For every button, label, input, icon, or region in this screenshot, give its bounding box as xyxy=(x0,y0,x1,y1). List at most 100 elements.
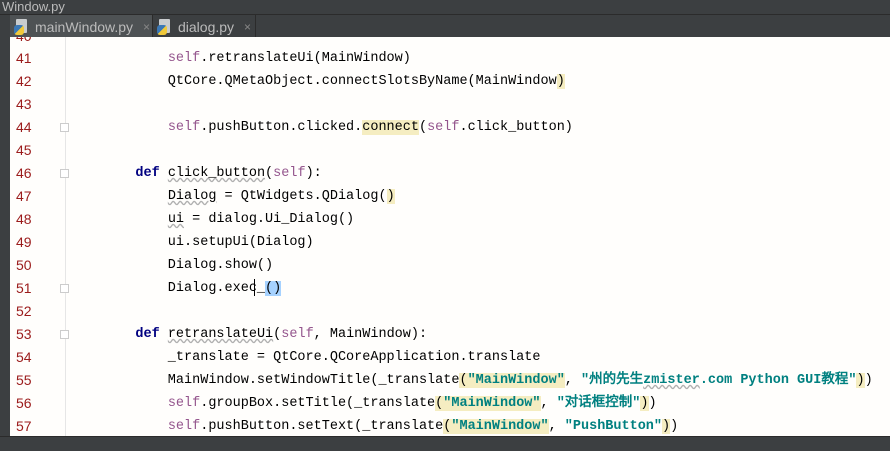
code-token: def xyxy=(135,166,160,181)
code-token: "PushButton" xyxy=(564,419,663,434)
code-text: ui.setupUi(Dialog) xyxy=(103,231,314,254)
line-number: 46 xyxy=(16,165,32,181)
code-token: = dialog.Ui_Dialog() xyxy=(184,212,355,227)
code-token: self xyxy=(167,419,201,434)
line-number: 50 xyxy=(16,257,32,273)
line-number: 53 xyxy=(16,326,32,342)
code-line: 57 self.pushButton.setText(_translate("M… xyxy=(10,415,890,436)
line-number: 44 xyxy=(16,119,32,135)
code-text: self.pushButton.clicked.connect(self.cli… xyxy=(103,116,573,139)
tab-mainwindow-py[interactable]: mainWindow.py × xyxy=(10,15,153,38)
code-token: ) xyxy=(556,74,565,89)
code-token: ) xyxy=(856,373,865,388)
code-token: .pushButton.clicked. xyxy=(200,120,363,135)
line-number: 54 xyxy=(16,349,32,365)
code-token: ) xyxy=(864,373,873,388)
code-token: Dialog xyxy=(167,189,217,204)
code-token: "MainWindow" xyxy=(443,396,541,411)
line-number: 49 xyxy=(16,234,32,250)
line-number: 52 xyxy=(16,303,32,319)
code-token: "MainWindow" xyxy=(467,373,565,388)
code-token: ( xyxy=(418,120,428,135)
code-token: ) xyxy=(662,419,671,434)
close-tab-icon[interactable]: × xyxy=(143,20,150,34)
code-token: , xyxy=(564,373,581,388)
code-token: zmister xyxy=(643,373,700,388)
code-line: 54 _translate = QtCore.QCoreApplication.… xyxy=(10,346,890,369)
code-token: Dialog.exec_ xyxy=(103,281,266,296)
code-line: 56 self.groupBox.setTitle(_translate("Ma… xyxy=(10,392,890,415)
code-token: self xyxy=(281,327,314,342)
code-token: , MainWindow): xyxy=(313,327,428,342)
python-file-icon xyxy=(14,18,30,35)
code-line: 49 ui.setupUi(Dialog) xyxy=(10,231,890,254)
text-cursor xyxy=(254,279,260,296)
code-token: self xyxy=(273,166,306,181)
code-text: def retranslateUi(self, MainWindow): xyxy=(103,323,427,346)
code-token: self xyxy=(167,120,201,135)
code-token: "对话框控制" xyxy=(556,396,641,411)
code-token: .click_button) xyxy=(459,120,573,135)
line-number: 56 xyxy=(16,395,32,411)
line-number: 41 xyxy=(16,50,32,66)
line-number: 42 xyxy=(16,73,32,89)
code-token: self xyxy=(427,120,460,135)
code-token: .groupBox.setTitle(_translate xyxy=(200,396,436,411)
code-token: ( xyxy=(265,166,274,181)
editor-tab-bar: mainWindow.py × dialog.py × xyxy=(0,14,890,38)
code-token: ( xyxy=(459,373,468,388)
code-token: "MainWindow" xyxy=(451,419,549,434)
code-line: 50 Dialog.show() xyxy=(10,254,890,277)
code-line: 46 def click_button(self): xyxy=(10,162,890,185)
left-tool-strip xyxy=(0,37,10,436)
code-line: 53 def retranslateUi(self, MainWindow): xyxy=(10,323,890,346)
window-title-bar: Window.py xyxy=(0,0,890,14)
code-text: ui = dialog.Ui_Dialog() xyxy=(103,208,354,231)
code-text: Dialog = QtWidgets.QDialog() xyxy=(103,185,395,208)
code-token: connect xyxy=(362,120,419,135)
line-number: 43 xyxy=(16,96,32,112)
code-text: _translate = QtCore.QCoreApplication.tra… xyxy=(103,346,541,369)
code-token: ) xyxy=(386,189,395,204)
code-token: = QtWidgets.QDialog( xyxy=(216,189,387,204)
code-token: click_button xyxy=(167,166,266,181)
line-number: 51 xyxy=(16,280,32,296)
code-text: self.groupBox.setTitle(_translate("MainW… xyxy=(103,392,657,415)
code-token: "州的先生 xyxy=(581,373,644,388)
code-token: ui.setupUi(Dialog) xyxy=(103,235,314,250)
code-token: Dialog.show() xyxy=(103,258,274,273)
line-number: 55 xyxy=(16,372,32,388)
code-token: QtCore.QMetaObject.connectSlotsByName(Ma… xyxy=(103,74,557,89)
code-token: , xyxy=(548,419,565,434)
code-line: 52 xyxy=(10,300,890,323)
tab-dialog-py[interactable]: dialog.py × xyxy=(153,15,256,38)
code-token: .retranslateUi(MainWindow) xyxy=(200,51,411,66)
code-token: MainWindow.setWindowTitle(_translate xyxy=(103,373,460,388)
code-editor[interactable]: 40 41 self.retranslateUi(MainWindow)42 Q… xyxy=(10,37,890,436)
code-token: self xyxy=(167,396,201,411)
code-token: ui xyxy=(167,212,185,227)
code-text: self.retranslateUi(MainWindow) xyxy=(103,47,411,70)
code-line: 41 self.retranslateUi(MainWindow) xyxy=(10,47,890,70)
tab-label: mainWindow.py xyxy=(35,18,134,35)
fold-marker-icon[interactable] xyxy=(60,169,69,178)
code-text: MainWindow.setWindowTitle(_translate("Ma… xyxy=(103,369,873,392)
fold-marker-icon[interactable] xyxy=(60,284,69,293)
code-text: self.pushButton.setText(_translate("Main… xyxy=(103,415,678,436)
code-line: 55 MainWindow.setWindowTitle(_translate(… xyxy=(10,369,890,392)
code-line: 48 ui = dialog.Ui_Dialog() xyxy=(10,208,890,231)
status-area xyxy=(0,436,890,451)
fold-marker-icon[interactable] xyxy=(60,330,69,339)
code-text: def click_button(self): xyxy=(103,162,321,185)
code-line: 44 self.pushButton.clicked.connect(self.… xyxy=(10,116,890,139)
close-tab-icon[interactable]: × xyxy=(244,20,251,34)
code-line: 43 xyxy=(10,93,890,116)
fold-marker-icon[interactable] xyxy=(60,123,69,132)
